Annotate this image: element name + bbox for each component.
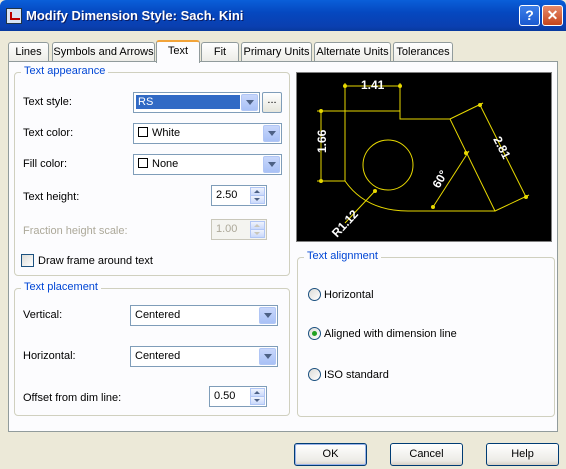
dim-right-text: 2.81 bbox=[490, 134, 513, 161]
spin-down-icon[interactable] bbox=[250, 396, 265, 405]
ok-button[interactable]: OK bbox=[294, 443, 367, 466]
text-color-select[interactable]: White bbox=[133, 123, 282, 144]
draw-frame-label: Draw frame around text bbox=[38, 255, 153, 267]
text-placement-heading: Text placement bbox=[21, 281, 101, 293]
fill-color-value: None bbox=[152, 158, 179, 170]
dim-radius-text: R1.12 bbox=[329, 207, 361, 240]
text-color-label: Text color: bbox=[23, 127, 74, 139]
align-iso-standard-label: ISO standard bbox=[324, 369, 389, 381]
chevron-down-icon[interactable] bbox=[241, 94, 258, 111]
tab-alternate-units[interactable]: Alternate Units bbox=[314, 42, 391, 62]
text-style-value: RS bbox=[136, 95, 240, 109]
chevron-down-icon[interactable] bbox=[263, 125, 280, 142]
tab-tolerances[interactable]: Tolerances bbox=[393, 42, 453, 62]
vertical-value: Centered bbox=[135, 309, 181, 321]
cancel-button[interactable]: Cancel bbox=[390, 443, 463, 466]
align-horizontal-label: Horizontal bbox=[324, 289, 374, 301]
chevron-down-icon[interactable] bbox=[259, 307, 276, 324]
tab-text[interactable]: Text bbox=[156, 40, 200, 63]
offset-value: 0.50 bbox=[214, 390, 236, 402]
color-swatch bbox=[138, 127, 148, 137]
tab-symbols-and-arrows[interactable]: Symbols and Arrows bbox=[52, 42, 155, 62]
window-title: Modify Dimension Style: Sach. Kini bbox=[26, 8, 244, 23]
fraction-height-value: 1.00 bbox=[216, 223, 238, 235]
align-iso-standard-radio[interactable] bbox=[308, 368, 321, 381]
fraction-height-label: Fraction height scale: bbox=[23, 225, 128, 237]
title-bar: Modify Dimension Style: Sach. Kini ? ✕ bbox=[0, 0, 566, 31]
align-horizontal-radio[interactable] bbox=[308, 288, 321, 301]
hole-circle bbox=[362, 139, 414, 191]
vertical-label: Vertical: bbox=[23, 309, 63, 321]
help-title-button[interactable]: ? bbox=[519, 5, 540, 26]
text-style-label: Text style: bbox=[23, 96, 72, 108]
dim-left-text: 1.66 bbox=[315, 129, 329, 153]
draw-frame-checkbox[interactable] bbox=[21, 254, 34, 267]
color-swatch bbox=[138, 158, 148, 168]
text-height-stepper[interactable]: 2.50 bbox=[211, 185, 267, 206]
offset-stepper[interactable]: 0.50 bbox=[209, 386, 267, 407]
dim-top-text: 1.41 bbox=[361, 78, 385, 92]
text-height-label: Text height: bbox=[23, 191, 80, 203]
horizontal-select[interactable]: Centered bbox=[130, 346, 278, 367]
text-alignment-heading: Text alignment bbox=[304, 250, 381, 262]
horizontal-value: Centered bbox=[135, 350, 181, 362]
chevron-down-icon[interactable] bbox=[259, 348, 276, 365]
help-button[interactable]: Help bbox=[486, 443, 559, 466]
spin-down-icon bbox=[250, 229, 265, 238]
text-height-value: 2.50 bbox=[216, 189, 238, 201]
align-with-dimension-line-radio[interactable] bbox=[308, 327, 321, 340]
offset-label: Offset from dim line: bbox=[23, 392, 122, 404]
tab-fit[interactable]: Fit bbox=[201, 42, 239, 62]
dimension-preview: 1.41 1.66 2.81 60° R1.12 bbox=[296, 72, 552, 242]
fraction-height-stepper: 1.00 bbox=[211, 219, 267, 240]
text-style-select[interactable]: RS bbox=[133, 92, 260, 113]
vertical-select[interactable]: Centered bbox=[130, 305, 278, 326]
dim-angle-text: 60° bbox=[429, 168, 450, 191]
text-appearance-heading: Text appearance bbox=[21, 65, 109, 77]
align-with-dimension-line-label: Aligned with dimension line bbox=[324, 328, 457, 340]
part-outline bbox=[344, 110, 496, 212]
chevron-down-icon[interactable] bbox=[263, 156, 280, 173]
horizontal-label: Horizontal: bbox=[23, 350, 76, 362]
text-color-value: White bbox=[152, 127, 181, 139]
app-icon bbox=[6, 8, 22, 24]
close-button[interactable]: ✕ bbox=[542, 5, 563, 26]
fill-color-label: Fill color: bbox=[23, 158, 68, 170]
text-style-browse-button[interactable]: ... bbox=[262, 92, 282, 113]
tab-lines[interactable]: Lines bbox=[8, 42, 49, 62]
tab-primary-units[interactable]: Primary Units bbox=[241, 42, 312, 62]
fill-color-select[interactable]: None bbox=[133, 154, 282, 175]
preview-drawing: 1.41 1.66 2.81 60° R1.12 bbox=[315, 78, 530, 240]
spin-down-icon[interactable] bbox=[250, 195, 265, 204]
